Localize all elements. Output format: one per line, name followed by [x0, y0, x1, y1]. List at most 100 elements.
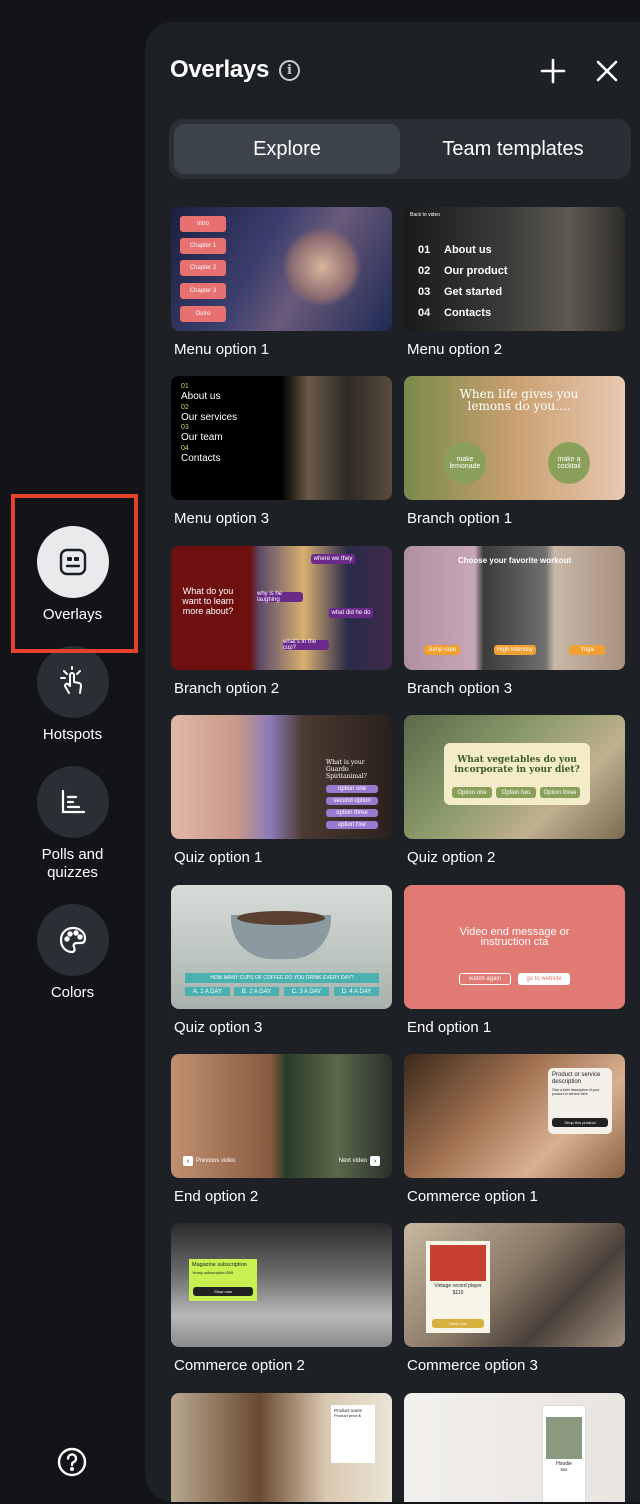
back-link: Back to video	[410, 212, 441, 218]
branch-chip: what's in the cup?	[283, 639, 329, 651]
template-card[interactable]: What do you want to learn more about? wh…	[171, 546, 392, 697]
palette-icon	[36, 904, 109, 976]
quiz-option: D. 4 A DAY	[334, 987, 379, 996]
card-label: End option 1	[407, 1019, 492, 1036]
branch-headline: When life gives you lemons do you....	[459, 387, 579, 413]
add-overlay-button[interactable]	[538, 56, 568, 86]
menu-row: 03 Get started	[418, 286, 503, 298]
card-label: Menu option 3	[174, 510, 270, 527]
product-body: Give a brief description of your product…	[552, 1088, 600, 1096]
template-thumbnail: When life gives you lemons do you.... ma…	[404, 376, 625, 500]
template-card[interactable]: Choose your favorite workout Jump rope H…	[404, 546, 625, 697]
menu-chip: Outro	[180, 306, 226, 322]
card-label: Menu option 1	[174, 341, 270, 358]
template-card[interactable]: Intro Chapter 1 Chapter 2 Chapter 3 Outr…	[171, 207, 392, 358]
card-label: Branch option 2	[174, 680, 280, 697]
shop-chip: Shop now	[193, 1287, 253, 1296]
template-thumbnail: 01 About us 02 Our services 03 Our team 04 C…	[171, 376, 392, 500]
tab-bar: Explore Team templates	[169, 119, 631, 179]
branch-question: What do you want to learn more about?	[182, 586, 234, 616]
template-card[interactable]: Video end message or instruction cta wat…	[404, 885, 625, 1036]
rail-label-polls: Polls and quizzes	[41, 846, 104, 881]
card-label: End option 2	[174, 1188, 259, 1205]
bar-chart-icon	[36, 766, 109, 838]
template-card[interactable]: What vegetables do you incorporate in yo…	[404, 715, 625, 866]
template-thumbnail: HOW MANY CUPS OF COFFEE DO YOU DRINK EVE…	[171, 885, 392, 1009]
end-message: Video end message or instruction cta	[459, 926, 570, 948]
quiz-question: What is your Guardo Spiritanimal?	[326, 759, 367, 780]
branch-choice: make lemonade	[444, 442, 486, 484]
template-card[interactable]: Back to video 01 About us 02 Our product 0…	[404, 207, 625, 358]
card-label: Branch option 1	[407, 510, 513, 527]
rail-item-hotspots[interactable]: Hotspots	[0, 646, 145, 744]
template-thumbnail: Product or service description Give a br…	[404, 1054, 625, 1178]
product-price: Yearly subscription $99	[192, 1270, 234, 1275]
card-label: Branch option 3	[407, 680, 513, 697]
left-rail: Overlays Hotspots Polls and quizzes Colo…	[0, 0, 145, 1504]
template-card[interactable]: ‹ Previous video Next video › End option…	[171, 1054, 392, 1205]
menu-chip: Chapter 2	[180, 260, 226, 276]
card-label: Commerce option 2	[174, 1357, 305, 1374]
quiz-option: A. 1 A DAY	[185, 987, 230, 996]
product-price: $59	[560, 1467, 568, 1472]
quiz-question: What vegetables do you incorporate in yo…	[454, 755, 580, 775]
template-card[interactable]: Product or service description Give a br…	[404, 1054, 625, 1205]
template-thumbnail: Back to video 01 About us 02 Our product 0…	[404, 207, 625, 331]
product-title: Magazine subscription	[192, 1262, 247, 1268]
branch-headline: Choose your favorite workout	[457, 556, 572, 565]
template-card[interactable]: Hoodie $59	[404, 1393, 625, 1502]
shop-chip: Shop now	[432, 1319, 484, 1328]
product-price: Product price $	[334, 1413, 361, 1418]
rail-item-polls-and-quizzes[interactable]: Polls and quizzes	[0, 766, 145, 882]
rail-label-hotspots: Hotspots	[42, 726, 103, 743]
watch-again-chip: watch again	[459, 973, 511, 985]
template-card[interactable]: Product name Product price $	[171, 1393, 392, 1502]
previous-video-link: ‹ Previous video	[183, 1156, 235, 1166]
template-card[interactable]: When life gives you lemons do you.... ma…	[404, 376, 625, 527]
branch-chip: why is he laughing	[257, 591, 303, 603]
info-icon[interactable]: i	[279, 59, 301, 81]
template-thumbnail: ‹ Previous video Next video ›	[171, 1054, 392, 1178]
branch-chip: Jump rope	[424, 645, 460, 655]
branch-choice: make a cocktail	[548, 442, 590, 484]
template-thumbnail: Product name Product price $	[171, 1393, 392, 1502]
branch-chip: where we they	[311, 554, 355, 564]
template-card[interactable]: What is your Guardo Spiritanimal? option…	[171, 715, 392, 866]
quiz-option: B. 2 A DAY	[234, 987, 279, 996]
quiz-option: option three	[326, 809, 378, 817]
card-label: Commerce option 3	[407, 1357, 538, 1374]
tab-explore[interactable]: Explore	[174, 124, 400, 174]
card-label: Quiz option 3	[174, 1019, 263, 1036]
card-label: Commerce option 1	[407, 1188, 538, 1205]
rail-item-overlays[interactable]: Overlays	[0, 526, 145, 624]
tab-team-templates[interactable]: Team templates	[400, 124, 626, 174]
menu-chip: Chapter 3	[180, 283, 226, 299]
template-thumbnail: Choose your favorite workout Jump rope H…	[404, 546, 625, 670]
template-card[interactable]: Magazine subscription Yearly subscriptio…	[171, 1223, 392, 1374]
close-panel-button[interactable]	[592, 56, 622, 86]
rail-item-colors[interactable]: Colors	[0, 904, 145, 1002]
pointer-tap-icon	[36, 646, 109, 718]
go-to-website-chip: go to website	[518, 973, 570, 985]
quiz-question: HOW MANY CUPS OF COFFEE DO YOU DRINK EVE…	[185, 973, 379, 983]
menu-chip: Chapter 1	[180, 238, 226, 254]
template-thumbnail: Hoodie $59	[404, 1393, 625, 1502]
branch-chip: High intensity	[494, 645, 536, 655]
panel-header: Overlays i	[170, 56, 545, 84]
quiz-option: Option one	[452, 787, 492, 798]
template-card[interactable]: HOW MANY CUPS OF COFFEE DO YOU DRINK EVE…	[171, 885, 392, 1036]
template-card[interactable]: 01 About us 02 Our services 03 Our team 04 C…	[171, 376, 392, 527]
branch-chip: what did he do	[329, 608, 373, 618]
quiz-option: Option two	[496, 787, 536, 798]
overlays-icon	[36, 526, 109, 598]
help-circle-icon[interactable]	[54, 1444, 90, 1480]
menu-row: 02 Our product	[418, 265, 508, 277]
quiz-option: option four	[326, 821, 378, 829]
template-card[interactable]: Vintage record player $110 Shop now Comm…	[404, 1223, 625, 1374]
next-video-link: Next video ›	[339, 1156, 380, 1166]
card-label: Quiz option 1	[174, 849, 263, 866]
shop-chip: Shop this product	[552, 1118, 608, 1127]
template-thumbnail: Vintage record player $110 Shop now	[404, 1223, 625, 1347]
card-label: Menu option 2	[407, 341, 503, 358]
overlays-panel: Overlays i Explore Team templates Intro …	[145, 22, 640, 1502]
